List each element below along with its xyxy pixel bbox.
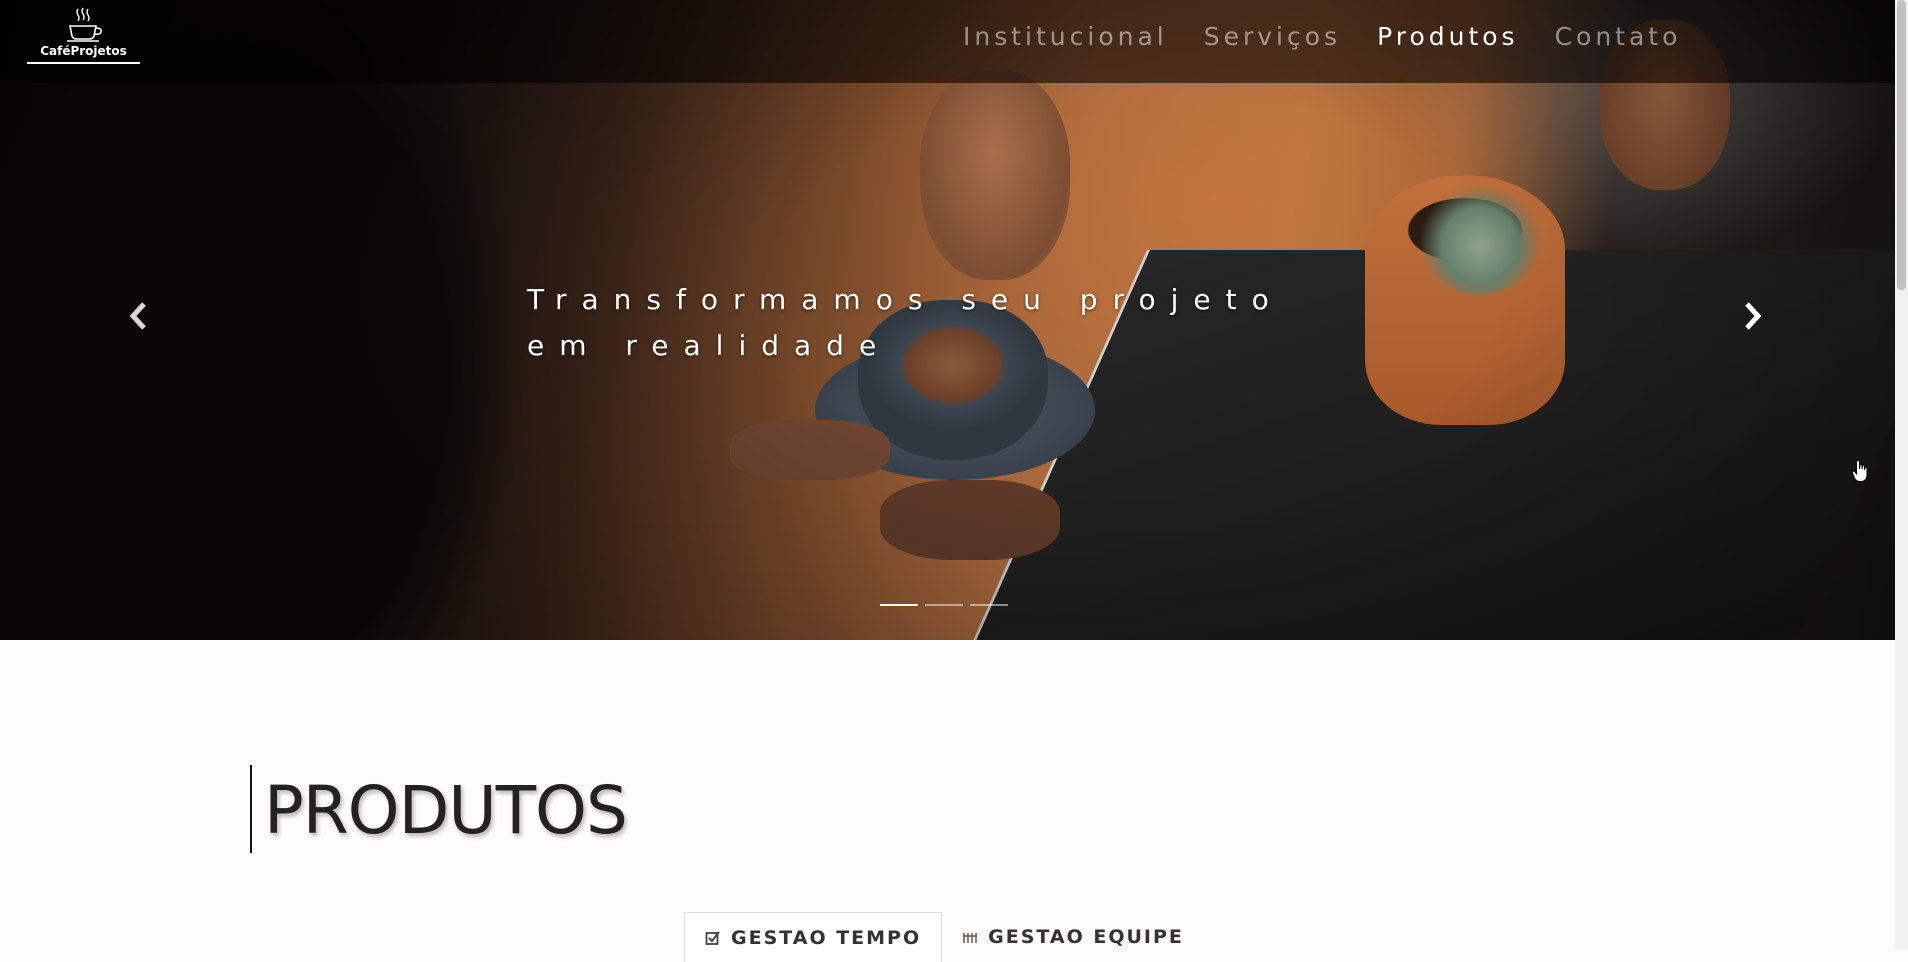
page-scrollbar[interactable] xyxy=(1895,0,1908,949)
product-tabs: GESTAO TEMPO GESTAO EQUIPE xyxy=(684,912,1204,962)
carousel-prev-button[interactable] xyxy=(119,296,159,336)
tab-label: GESTAO EQUIPE xyxy=(988,926,1184,948)
chevron-left-icon xyxy=(129,302,146,330)
nav-item-produtos[interactable]: Produtos xyxy=(1377,22,1519,51)
carousel-caption-line: Transformamos seu projeto xyxy=(527,283,1284,316)
carousel-indicator-2[interactable] xyxy=(925,604,963,606)
carousel-indicators xyxy=(880,604,1015,606)
scrollbar-thumb[interactable] xyxy=(1897,0,1906,290)
nav-item-contato[interactable]: Contato xyxy=(1555,22,1682,51)
brand-logo[interactable]: CaféProjetos xyxy=(27,6,140,68)
carousel-next-button[interactable] xyxy=(1732,296,1772,336)
brand-underline xyxy=(27,62,140,64)
coffee-cup-icon xyxy=(66,7,102,42)
chevron-right-icon xyxy=(1745,302,1762,330)
nav-item-institucional[interactable]: Institucional xyxy=(963,22,1168,51)
carousel-indicator-3[interactable] xyxy=(970,604,1008,606)
tab-gestao-tempo[interactable]: GESTAO TEMPO xyxy=(684,912,943,962)
top-navbar: CaféProjetos Institucional Serviços Prod… xyxy=(0,0,1895,83)
carousel-caption-line: em realidade xyxy=(527,329,892,362)
checkbox-icon xyxy=(705,930,720,945)
nav-item-servicos[interactable]: Serviços xyxy=(1204,22,1341,51)
tab-gestao-equipe[interactable]: GESTAO EQUIPE xyxy=(942,912,1204,962)
brand-name: CaféProjetos xyxy=(40,44,127,58)
carousel-indicator-1[interactable] xyxy=(880,604,918,606)
hand-cursor-icon xyxy=(1851,459,1868,482)
hero-carousel: Transformamos seu projeto em realidade xyxy=(0,0,1895,640)
main-nav: Institucional Serviços Produtos Contato xyxy=(963,22,1717,51)
section-title: PRODUTOS xyxy=(250,765,628,853)
tab-label: GESTAO TEMPO xyxy=(731,926,922,949)
carousel-caption: Transformamos seu projeto em realidade xyxy=(527,277,1287,369)
team-icon xyxy=(963,933,978,943)
